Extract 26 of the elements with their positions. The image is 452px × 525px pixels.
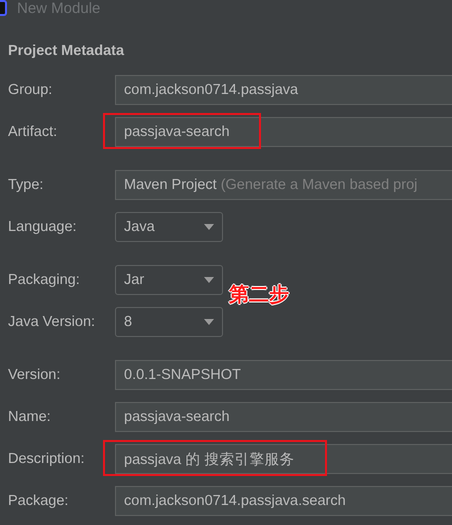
- caret-icon: [204, 277, 214, 283]
- input-field[interactable]: passjava 的 搜索引擎服务: [115, 444, 452, 474]
- input-field[interactable]: passjava-search: [115, 117, 452, 147]
- input-field[interactable]: passjava-search: [115, 402, 452, 432]
- field-label: Artifact:: [7, 124, 58, 140]
- input-field[interactable]: com.jackson0714.passjava: [115, 75, 452, 105]
- type-field[interactable]: Maven Project (Generate a Maven based proj: [115, 170, 452, 200]
- caret-icon: [204, 224, 214, 230]
- input-field[interactable]: 0.0.1-SNAPSHOT: [115, 360, 452, 390]
- field-label: Type:: [7, 177, 44, 193]
- field-label: Name:: [7, 409, 52, 425]
- section-title: Project Metadata: [8, 43, 126, 59]
- annotation: 第二步: [229, 281, 289, 308]
- field-label: Java Version:: [7, 314, 96, 330]
- field-label: Language:: [7, 219, 78, 235]
- field-label: Packaging:: [7, 272, 81, 288]
- field-label: Group:: [7, 82, 54, 98]
- dropdown[interactable]: 8: [115, 307, 223, 337]
- field-label: Package:: [7, 493, 70, 509]
- dropdown[interactable]: Jar: [115, 265, 223, 295]
- field-label: Description:: [7, 451, 86, 467]
- input-field[interactable]: com.jackson0714.passjava.search: [115, 486, 452, 516]
- caret-icon: [204, 319, 214, 325]
- dropdown[interactable]: Java: [115, 212, 223, 242]
- field-label: Version:: [7, 367, 62, 383]
- app-icon: [0, 0, 8, 16]
